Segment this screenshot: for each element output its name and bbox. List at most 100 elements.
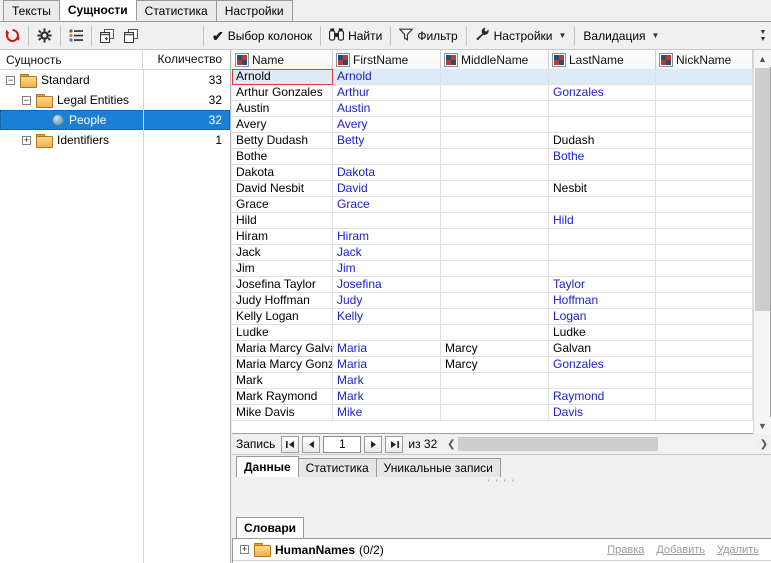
scroll-up-arrow-icon[interactable]: ▲ [754, 50, 771, 67]
table-cell[interactable]: Bothe [232, 149, 333, 165]
table-cell[interactable] [441, 277, 549, 293]
grid-column-header-firstname[interactable]: FirstName [333, 50, 441, 69]
table-cell[interactable]: Jack [333, 245, 441, 261]
table-row[interactable]: Kelly LoganKellyLogan [232, 309, 770, 325]
table-cell[interactable] [333, 325, 441, 341]
table-cell[interactable] [656, 149, 753, 165]
table-cell[interactable] [549, 245, 656, 261]
collapse-icon[interactable]: − [6, 76, 15, 85]
table-cell[interactable]: Josefina [333, 277, 441, 293]
find-button[interactable]: Найти [324, 24, 387, 48]
detail-tab-2[interactable]: Уникальные записи [376, 458, 501, 477]
table-cell[interactable]: Arnold [333, 69, 441, 85]
detail-tab-1[interactable]: Статистика [298, 458, 377, 477]
splitter-grip[interactable]: ' ' ' ' [232, 477, 771, 489]
tree-row-people[interactable]: People32 [0, 110, 230, 130]
table-cell[interactable]: Grace [333, 197, 441, 213]
table-cell[interactable] [549, 373, 656, 389]
table-cell[interactable]: Arthur [333, 85, 441, 101]
detail-tab-0[interactable]: Данные [236, 456, 299, 477]
previous-record-button[interactable] [302, 436, 320, 453]
table-cell[interactable]: Marcy [441, 357, 549, 373]
table-row[interactable]: Arthur GonzalesArthurGonzales [232, 85, 770, 101]
table-cell[interactable]: Maria Marcy Galvan [232, 341, 333, 357]
table-cell[interactable]: Mark Raymond [232, 389, 333, 405]
table-cell[interactable] [656, 133, 753, 149]
table-cell[interactable] [656, 213, 753, 229]
table-cell[interactable] [656, 357, 753, 373]
refresh-button[interactable] [0, 24, 25, 48]
table-cell[interactable] [656, 341, 753, 357]
table-cell[interactable]: Hild [232, 213, 333, 229]
table-cell[interactable] [441, 181, 549, 197]
table-cell[interactable] [441, 101, 549, 117]
table-row[interactable]: GraceGrace [232, 197, 770, 213]
toolbar-overflow-button[interactable]: ▼ ▼ [755, 23, 771, 49]
expand-icon[interactable]: + [22, 136, 31, 145]
table-row[interactable]: Josefina TaylorJosefinaTaylor [232, 277, 770, 293]
table-cell[interactable] [441, 165, 549, 181]
table-cell[interactable] [441, 85, 549, 101]
table-cell[interactable]: Arthur Gonzales [232, 85, 333, 101]
table-row[interactable]: Judy HoffmanJudyHoffman [232, 293, 770, 309]
table-row[interactable]: ArnoldArnold [232, 69, 770, 85]
table-cell[interactable] [549, 165, 656, 181]
dictionary-row-humannames[interactable]: +HumanNames(0/2)ПравкаДобавитьУдалить [233, 539, 771, 561]
scroll-right-arrow-icon[interactable]: ❯ [757, 439, 771, 450]
table-cell[interactable]: Jack [232, 245, 333, 261]
hscroll-track[interactable] [458, 437, 757, 451]
table-cell[interactable] [441, 309, 549, 325]
table-cell[interactable]: Mark [333, 389, 441, 405]
next-record-button[interactable] [364, 436, 382, 453]
table-row[interactable]: Mike DavisMikeDavis [232, 405, 770, 421]
table-cell[interactable] [441, 117, 549, 133]
table-cell[interactable] [441, 213, 549, 229]
table-row[interactable]: Maria Marcy GonzalesMariaMarcyGonzales [232, 357, 770, 373]
table-cell[interactable] [656, 373, 753, 389]
table-cell[interactable] [549, 197, 656, 213]
table-cell[interactable]: Bothe [549, 149, 656, 165]
table-cell[interactable]: Avery [333, 117, 441, 133]
tab-dictionaries[interactable]: Словари [236, 517, 304, 538]
table-cell[interactable] [441, 133, 549, 149]
grid-column-header-lastname[interactable]: LastName [549, 50, 656, 69]
table-cell[interactable]: Mike Davis [232, 405, 333, 421]
table-cell[interactable] [441, 389, 549, 405]
table-cell[interactable]: Hiram [232, 229, 333, 245]
validation-menu-button[interactable]: Валидация ▼ [578, 24, 664, 48]
table-row[interactable]: Bothe Bothe [232, 149, 770, 165]
table-cell[interactable]: Maria [333, 357, 441, 373]
table-row[interactable]: DakotaDakota [232, 165, 770, 181]
table-cell[interactable] [549, 117, 656, 133]
table-cell[interactable] [549, 261, 656, 277]
table-cell[interactable] [656, 309, 753, 325]
table-cell[interactable] [441, 197, 549, 213]
table-cell[interactable] [656, 181, 753, 197]
table-cell[interactable]: Dakota [232, 165, 333, 181]
table-cell[interactable] [441, 405, 549, 421]
table-cell[interactable]: Nesbit [549, 181, 656, 197]
choose-columns-button[interactable]: ✔ Выбор колонок [207, 24, 317, 48]
table-cell[interactable]: Judy Hoffman [232, 293, 333, 309]
grid-column-header-nickname[interactable]: NickName [656, 50, 753, 69]
table-row[interactable]: Betty DudashBettyDudash [232, 133, 770, 149]
table-cell[interactable]: Dakota [333, 165, 441, 181]
table-cell[interactable]: Jim [333, 261, 441, 277]
table-cell[interactable] [441, 373, 549, 389]
table-cell[interactable]: Raymond [549, 389, 656, 405]
table-cell[interactable] [549, 229, 656, 245]
table-cell[interactable] [441, 261, 549, 277]
table-cell[interactable] [333, 213, 441, 229]
table-cell[interactable]: Marcy [441, 341, 549, 357]
tree-column-count[interactable]: Количество [142, 50, 230, 70]
table-row[interactable]: HiramHiram [232, 229, 770, 245]
table-cell[interactable]: Arnold [232, 69, 333, 85]
table-cell[interactable]: Kelly [333, 309, 441, 325]
table-row[interactable]: JackJack [232, 245, 770, 261]
table-cell[interactable]: Austin [232, 101, 333, 117]
table-cell[interactable] [333, 149, 441, 165]
settings-gear-button[interactable] [32, 24, 57, 48]
table-cell[interactable]: Dudash [549, 133, 656, 149]
dictionary-action-link-2[interactable]: Удалить [717, 544, 759, 556]
table-cell[interactable]: Austin [333, 101, 441, 117]
